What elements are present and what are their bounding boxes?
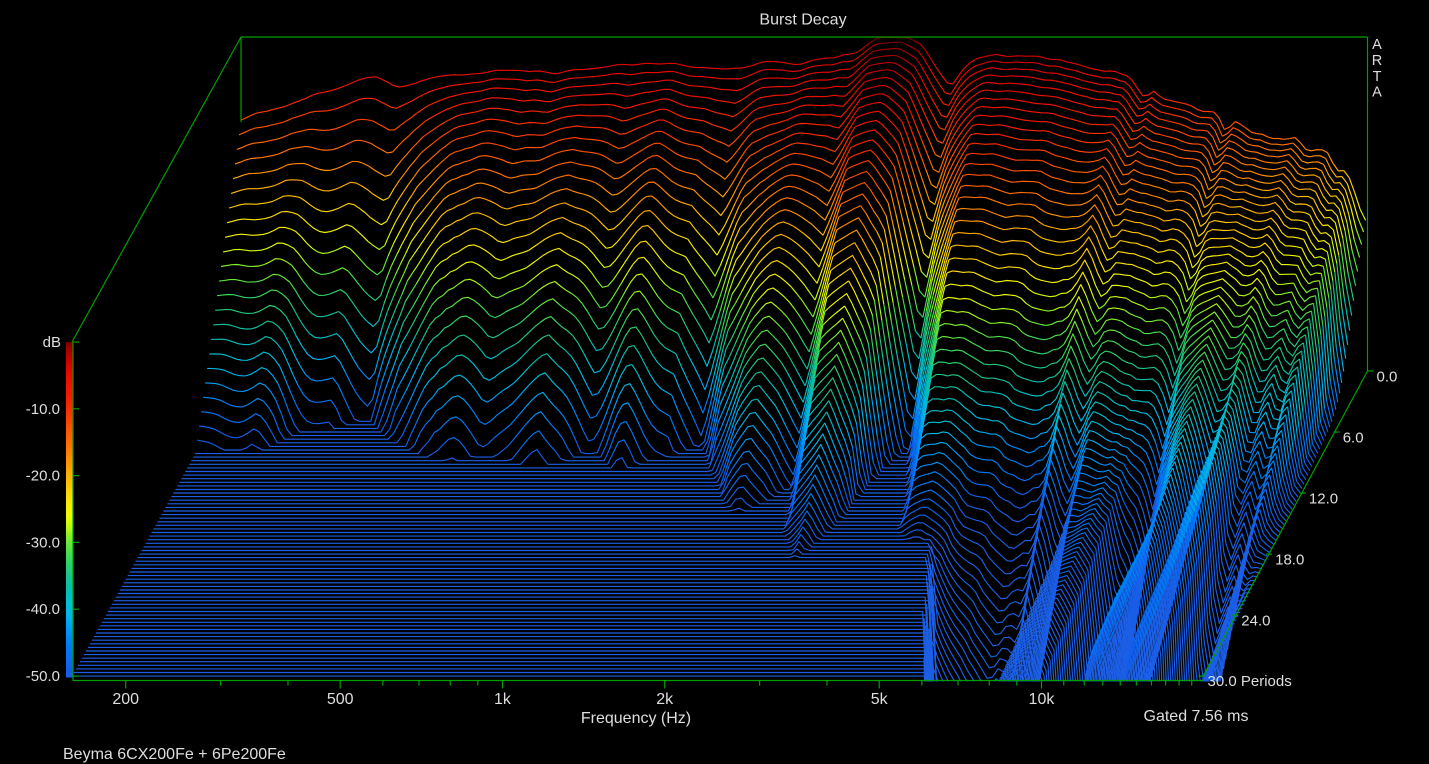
svg-text:T: T bbox=[1373, 69, 1382, 85]
svg-text:18.0: 18.0 bbox=[1275, 552, 1304, 569]
svg-text:5k: 5k bbox=[871, 691, 889, 708]
svg-text:-30.0: -30.0 bbox=[26, 534, 60, 551]
svg-text:-50.0: -50.0 bbox=[26, 668, 60, 685]
svg-text:12.0: 12.0 bbox=[1309, 491, 1338, 508]
svg-text:A: A bbox=[1372, 37, 1382, 53]
svg-text:dB: dB bbox=[43, 334, 61, 351]
svg-text:A: A bbox=[1372, 85, 1382, 101]
svg-text:Burst Decay: Burst Decay bbox=[759, 12, 846, 29]
svg-text:Beyma 6CX200Fe + 6Pe200Fe: Beyma 6CX200Fe + 6Pe200Fe bbox=[63, 746, 286, 763]
svg-text:-20.0: -20.0 bbox=[26, 468, 60, 485]
svg-text:500: 500 bbox=[327, 691, 354, 708]
svg-text:200: 200 bbox=[112, 691, 139, 708]
svg-text:0.0: 0.0 bbox=[1377, 369, 1398, 386]
svg-text:2k: 2k bbox=[656, 691, 674, 708]
svg-text:30.0 Periods: 30.0 Periods bbox=[1208, 673, 1292, 690]
svg-text:Gated 7.56 ms: Gated 7.56 ms bbox=[1144, 708, 1249, 725]
svg-text:-10.0: -10.0 bbox=[26, 401, 60, 418]
svg-text:6.0: 6.0 bbox=[1343, 430, 1364, 447]
svg-text:24.0: 24.0 bbox=[1241, 613, 1270, 630]
svg-text:-40.0: -40.0 bbox=[26, 601, 60, 618]
svg-text:Frequency (Hz): Frequency (Hz) bbox=[581, 710, 691, 727]
svg-text:1k: 1k bbox=[494, 691, 512, 708]
svg-text:10k: 10k bbox=[1029, 691, 1056, 708]
svg-text:R: R bbox=[1372, 53, 1382, 69]
